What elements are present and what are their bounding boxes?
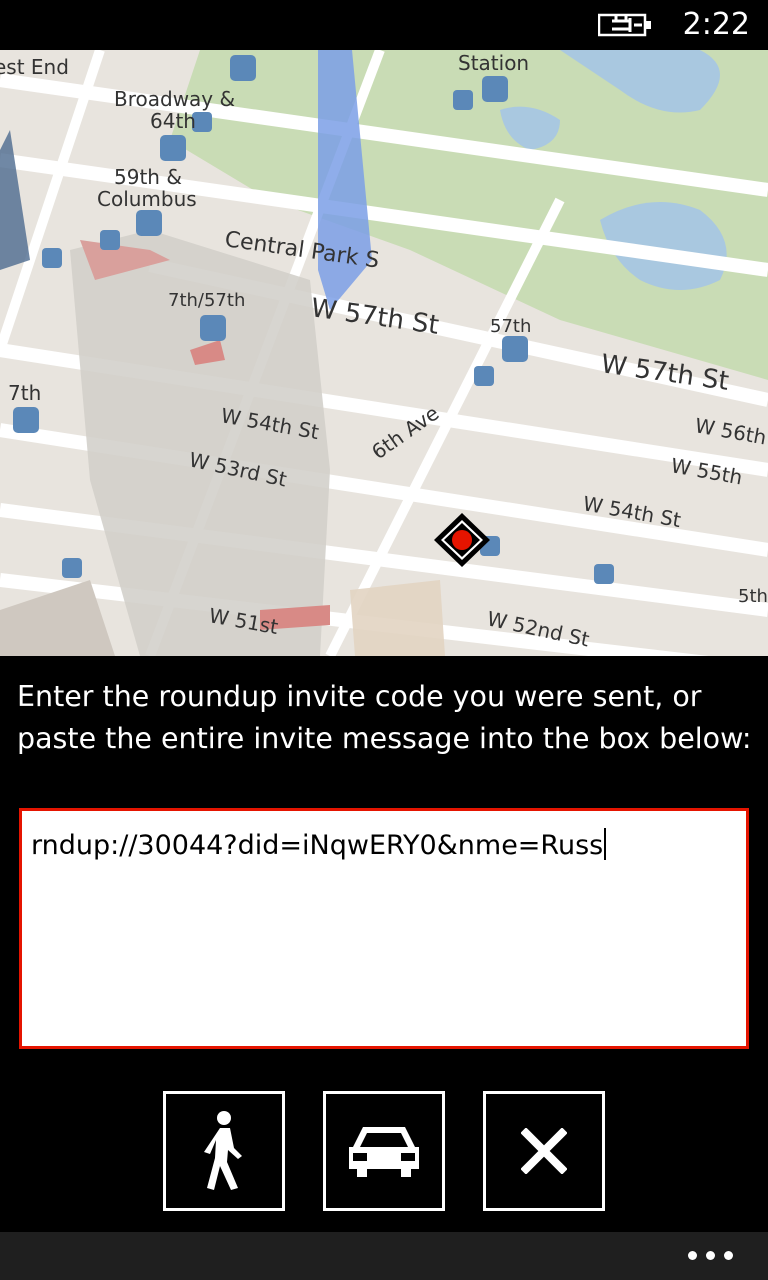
text-caret <box>604 828 607 860</box>
map-label: 64th <box>150 109 196 133</box>
close-icon <box>521 1128 567 1174</box>
map-label: 7th/57th <box>168 290 245 311</box>
map-label: 57th <box>490 316 531 337</box>
map-label: Station <box>458 51 529 75</box>
map-label: 7th <box>8 381 41 405</box>
invite-code-input[interactable]: rndup://30044?did=iNqwERY0&nme=Russ <box>19 808 749 1049</box>
map-label: Columbus <box>97 187 197 211</box>
map-label: Broadway & <box>114 87 235 111</box>
more-icon[interactable] <box>688 1243 736 1267</box>
walk-icon <box>204 1111 242 1190</box>
invite-instructions: Enter the roundup invite code you were s… <box>17 680 752 755</box>
cancel-button[interactable] <box>483 1091 605 1211</box>
walk-button[interactable] <box>163 1091 285 1211</box>
map-label: est End <box>0 55 69 79</box>
clock: 2:22 <box>682 7 750 42</box>
map-label: 59th & <box>114 165 182 189</box>
battery-charging-icon <box>598 13 651 37</box>
car-icon <box>349 1127 419 1177</box>
status-bar: 2:22 <box>0 0 768 50</box>
drive-button[interactable] <box>323 1091 445 1211</box>
app-bar <box>0 1232 768 1280</box>
invite-code-value: rndup://30044?did=iNqwERY0&nme=Russ <box>31 830 604 861</box>
map-view[interactable]: est End Station Broadway & 64th 59th & C… <box>0 50 768 656</box>
map-label: 5th <box>738 586 768 607</box>
